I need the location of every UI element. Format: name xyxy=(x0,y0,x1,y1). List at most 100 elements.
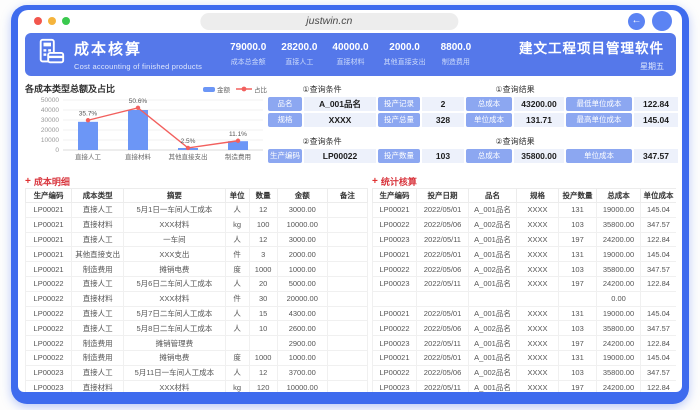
table-row[interactable]: LP00023直接材料XXX材料kg12010000.00 xyxy=(26,380,368,392)
back-button[interactable]: ← xyxy=(628,13,645,30)
table-cell: 2900.00 xyxy=(277,336,327,351)
query-field-label: 最高单位成本 xyxy=(566,113,632,127)
maximize-window-button[interactable] xyxy=(62,17,70,25)
table-cell: 145.04 xyxy=(641,350,677,365)
table-row[interactable]: LP000212022/05/01A_001品名XXXX13119000.001… xyxy=(373,203,677,218)
svg-text:直接材料: 直接材料 xyxy=(125,152,152,161)
table-row[interactable]: LP00021制造费用摊销电费度10001000.00 xyxy=(26,262,368,277)
table-cell: 122.84 xyxy=(641,276,677,291)
table-cell: 2022/05/01 xyxy=(417,247,469,262)
calculator-icon xyxy=(36,37,66,72)
table-row[interactable]: LP000232022/05/11A_001品名XXXX19724200.001… xyxy=(373,336,677,351)
profile-button[interactable] xyxy=(652,11,672,31)
table-cell: XXXX xyxy=(517,336,559,351)
table-row[interactable]: LP000232022/05/11A_001品名XXXX19724200.001… xyxy=(373,380,677,392)
table-row[interactable]: LP00021直接材料XXX材料kg10010000.00 xyxy=(26,217,368,232)
table-cell: XXXX xyxy=(517,232,559,247)
table-cell: 直接人工 xyxy=(72,306,124,321)
table-cell: 度 xyxy=(225,350,249,365)
query-field-label: 单位成本 xyxy=(566,149,632,163)
table-cell: A_002品名 xyxy=(469,321,517,336)
table-cell xyxy=(373,291,417,306)
query-field-value[interactable]: LP00022 xyxy=(304,149,376,163)
column-header: 数量 xyxy=(249,189,277,203)
table-cell: 制造费用 xyxy=(72,262,124,277)
table-row[interactable]: LP00023直接人工5月11日一车间人工成本人123700.00 xyxy=(26,365,368,380)
table-cell: LP00022 xyxy=(26,276,72,291)
table-row[interactable]: LP000222022/05/06A_002品名XXXX10335800.003… xyxy=(373,365,677,380)
table-row[interactable]: LP00022制造费用摊销电费度10001000.00 xyxy=(26,350,368,365)
table-cell: 2022/05/01 xyxy=(417,350,469,365)
query-field-label: 生产编码 xyxy=(268,149,302,163)
table-row[interactable]: LP000222022/05/06A_002品名XXXX10335800.003… xyxy=(373,321,677,336)
table-cell xyxy=(327,380,367,392)
table-cell: 30 xyxy=(249,291,277,306)
table-cell: 制造费用 xyxy=(72,350,124,365)
table-row[interactable]: LP00021直接人工一车间人123000.00 xyxy=(26,232,368,247)
table-row[interactable]: LP000212022/05/01A_001品名XXXX13119000.001… xyxy=(373,247,677,262)
address-bar[interactable]: justwin.cn xyxy=(200,13,458,30)
svg-text:11.1%: 11.1% xyxy=(229,131,247,138)
browser-window: justwin.cn ← 成本核算 Cost accounting of xyxy=(11,5,689,404)
table-cell: 145.04 xyxy=(641,203,677,218)
table-cell: LP00021 xyxy=(373,306,417,321)
table-cell: 19000.00 xyxy=(597,350,641,365)
kpi-stat: 79000.0成本总金额 xyxy=(230,42,266,67)
query-field-value[interactable]: XXXX xyxy=(304,113,376,127)
table-cell: LP00023 xyxy=(373,232,417,247)
query-field-value[interactable]: A_001品名 xyxy=(304,97,376,111)
table-cell: A_002品名 xyxy=(469,262,517,277)
table-row[interactable]: LP00022直接人工5月7日二车间人工成本人154300.00 xyxy=(26,306,368,321)
table-cell: XXXX xyxy=(517,350,559,365)
table-cell: 19000.00 xyxy=(597,247,641,262)
stats-summary-panel: + 统计核算 生产编码投产日期品名规格投产数量总成本单位成本LP00021202… xyxy=(372,175,676,392)
table-cell: 2600.00 xyxy=(277,321,327,336)
table-row[interactable]: LP00022直接人工5月8日二车间人工成本人102600.00 xyxy=(26,321,368,336)
table-row[interactable]: LP00021直接人工5月1日一车间人工成本人123000.00 xyxy=(26,203,368,218)
table-row[interactable]: LP000212022/05/01A_001品名XXXX13119000.001… xyxy=(373,350,677,365)
minimize-window-button[interactable] xyxy=(48,17,56,25)
table-cell: 131 xyxy=(559,247,597,262)
chart-title: 各成本类型总额及占比 xyxy=(25,82,115,95)
table-cell: 人 xyxy=(225,306,249,321)
query1-result-title: ①查询结果 xyxy=(466,84,564,95)
table-row[interactable]: LP00021其他直接支出XXX支出件32000.00 xyxy=(26,247,368,262)
query-field-value: 43200.00 xyxy=(514,97,564,111)
table-cell: 4300.00 xyxy=(277,306,327,321)
table-cell: XXX支出 xyxy=(124,247,225,262)
table-cell: 35800.00 xyxy=(597,365,641,380)
table-cell xyxy=(225,336,249,351)
table-row[interactable]: LP00022直接材料XXX材料件3020000.00 xyxy=(26,291,368,306)
svg-text:0: 0 xyxy=(55,147,59,154)
table-cell: 件 xyxy=(225,291,249,306)
table-cell: 人 xyxy=(225,365,249,380)
close-window-button[interactable] xyxy=(34,17,42,25)
table-cell: LP00022 xyxy=(26,350,72,365)
column-header: 生产编码 xyxy=(26,189,72,203)
kpi-stat: 28200.0直接人工 xyxy=(281,42,317,67)
table-cell: 347.57 xyxy=(641,365,677,380)
query-field-value: 35800.00 xyxy=(514,149,564,163)
table-row[interactable]: LP000232022/05/11A_001品名XXXX19724200.001… xyxy=(373,232,677,247)
add-icon: + xyxy=(372,176,378,187)
table-cell: 103 xyxy=(559,321,597,336)
table-row[interactable]: LP000232022/05/11A_001品名XXXX19724200.001… xyxy=(373,276,677,291)
table-cell xyxy=(517,291,559,306)
table-cell xyxy=(417,291,469,306)
table-cell: 122.84 xyxy=(641,336,677,351)
kpi-value: 2000.0 xyxy=(384,42,426,53)
table-cell: 103 xyxy=(559,262,597,277)
table-row[interactable]: LP000222022/05/06A_002品名XXXX10335800.003… xyxy=(373,262,677,277)
table-cell: 直接人工 xyxy=(72,365,124,380)
table-row[interactable]: LP000212022/05/01A_001品名XXXX13119000.001… xyxy=(373,306,677,321)
svg-text:10000: 10000 xyxy=(41,137,59,144)
table-cell: kg xyxy=(225,217,249,232)
table-row[interactable]: LP000222022/05/06A_002品名XXXX10335800.003… xyxy=(373,217,677,232)
query-field-value: 131.71 xyxy=(514,113,564,127)
table-row[interactable]: 0.00 xyxy=(373,291,677,306)
legend-item-amount[interactable]: 金额 xyxy=(203,84,230,94)
legend-item-ratio[interactable]: 占比 xyxy=(236,84,267,94)
table-row[interactable]: LP00022制造费用摊销管理费2900.00 xyxy=(26,336,368,351)
column-header: 金额 xyxy=(277,189,327,203)
table-row[interactable]: LP00022直接人工5月6日二车间人工成本人205000.00 xyxy=(26,276,368,291)
